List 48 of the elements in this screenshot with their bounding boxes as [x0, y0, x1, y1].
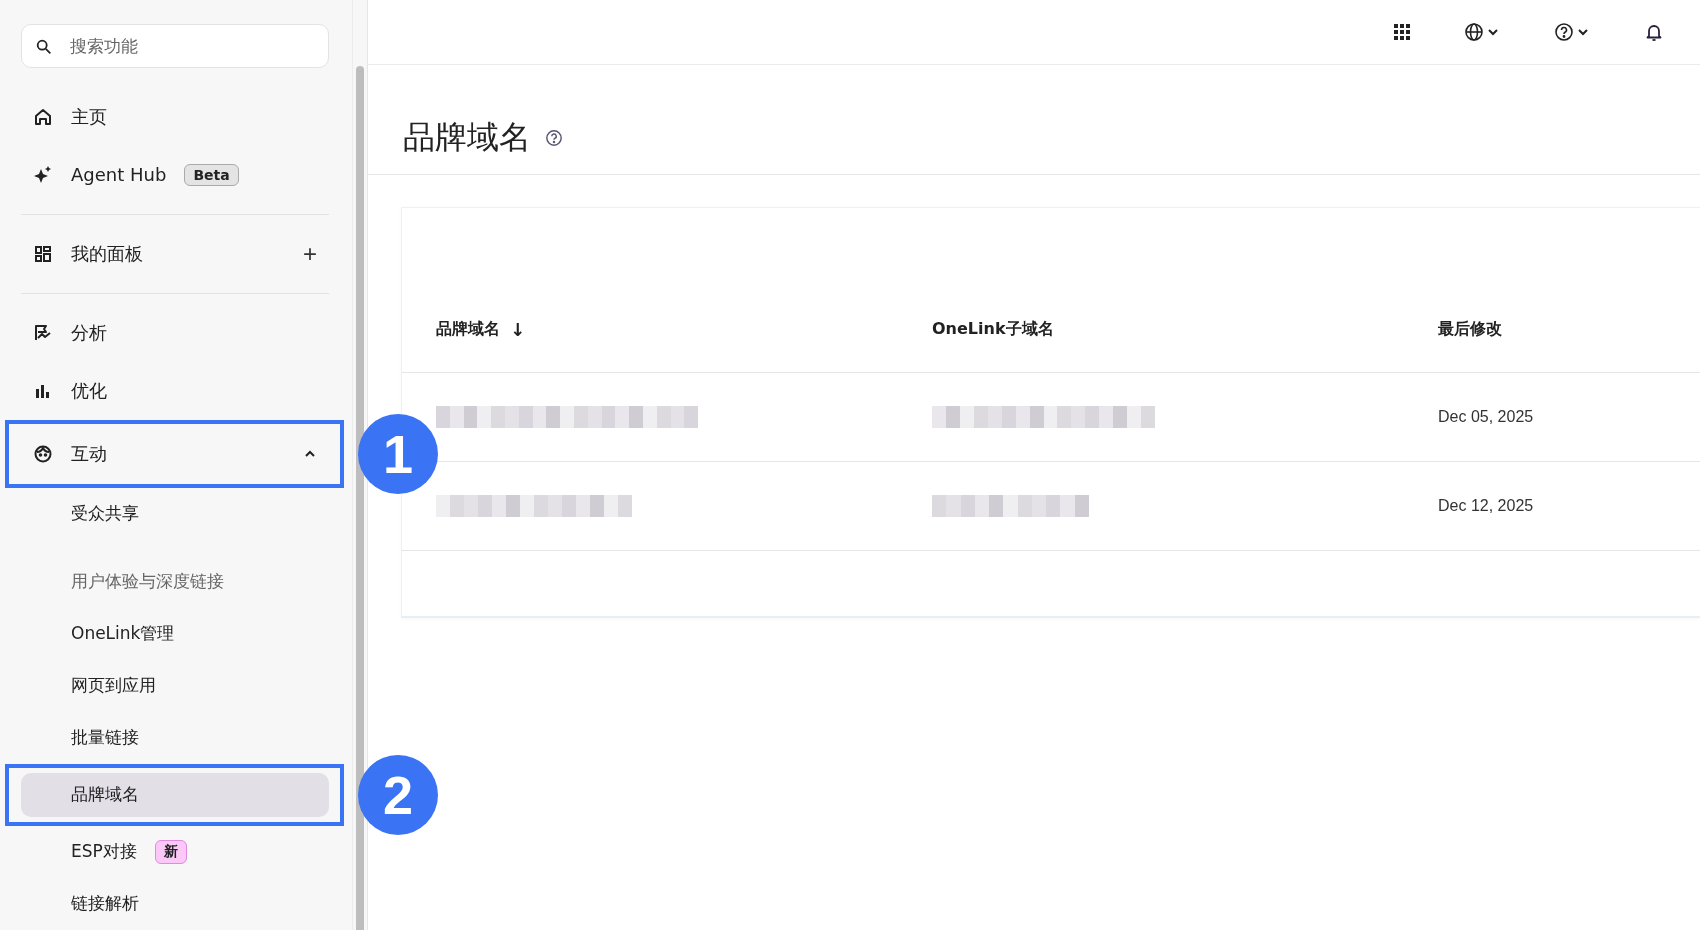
sidebar-item[interactable]: 互动: [21, 431, 329, 476]
sort-arrow[interactable]: ↓: [510, 318, 526, 340]
sidebar-item[interactable]: Agent Hub Beta: [21, 153, 329, 196]
globe-icon: [1464, 22, 1484, 42]
sidebar-subitem[interactable]: 链接解析: [21, 882, 329, 925]
sidebar-item-label: 优化: [71, 378, 107, 403]
sidebar-subitem[interactable]: 品牌域名: [21, 772, 329, 817]
sidebar-item-label: 互动: [71, 441, 107, 466]
sidebar-subitem[interactable]: 批量链接: [21, 716, 329, 759]
scrollbar[interactable]: [352, 0, 368, 930]
sparkle-icon: [33, 164, 53, 185]
grid-icon: [1394, 24, 1410, 40]
sidebar-subitem[interactable]: OneLink管理: [21, 612, 329, 655]
column-header[interactable]: OneLink子域名: [932, 318, 1054, 340]
sidebar-item[interactable]: 主页: [21, 95, 329, 138]
line-chart-icon: [33, 322, 53, 343]
search-icon: [35, 38, 53, 56]
sidebar-item[interactable]: 我的面板 +: [21, 232, 329, 275]
table-cell: Dec 05, 2025: [1438, 408, 1534, 425]
add-button[interactable]: +: [303, 241, 317, 266]
bell-icon: [1644, 22, 1664, 42]
callout-number: 2: [358, 754, 438, 835]
sidebar-subitem[interactable]: ESP对接 新: [21, 830, 329, 873]
help-icon[interactable]: [545, 128, 563, 147]
search-field[interactable]: 搜索功能: [21, 24, 329, 68]
notifications-button[interactable]: [1644, 22, 1664, 42]
dashboard-icon: [33, 243, 53, 264]
badge: 新: [154, 839, 187, 864]
face-icon: [33, 443, 53, 464]
apps-button[interactable]: [1394, 24, 1410, 40]
column-header[interactable]: 品牌域名: [436, 318, 500, 340]
help-button[interactable]: [1554, 22, 1590, 42]
sidebar-item-label: 主页: [71, 104, 107, 129]
sidebar-subitem[interactable]: 网页到应用: [21, 664, 329, 707]
sidebar-item-label: Agent Hub: [71, 164, 167, 186]
help-icon: [1554, 22, 1574, 42]
badge: Beta: [184, 163, 239, 186]
section-heading: 用户体验与深度链接: [70, 570, 225, 594]
column-header[interactable]: 最后修改: [1438, 318, 1502, 340]
sidebar-subitem[interactable]: 受众共享: [21, 492, 329, 535]
sidebar-item[interactable]: 优化: [21, 369, 329, 412]
sidebar-item-label: 我的面板: [71, 241, 143, 266]
sidebar-item-label: 分析: [71, 320, 107, 345]
table-cell: Dec 12, 2025: [1438, 497, 1534, 514]
page-title: 品牌域名: [403, 116, 531, 158]
language-button[interactable]: [1464, 22, 1500, 42]
sidebar-item[interactable]: 分析: [21, 311, 329, 354]
home-icon: [33, 106, 53, 127]
